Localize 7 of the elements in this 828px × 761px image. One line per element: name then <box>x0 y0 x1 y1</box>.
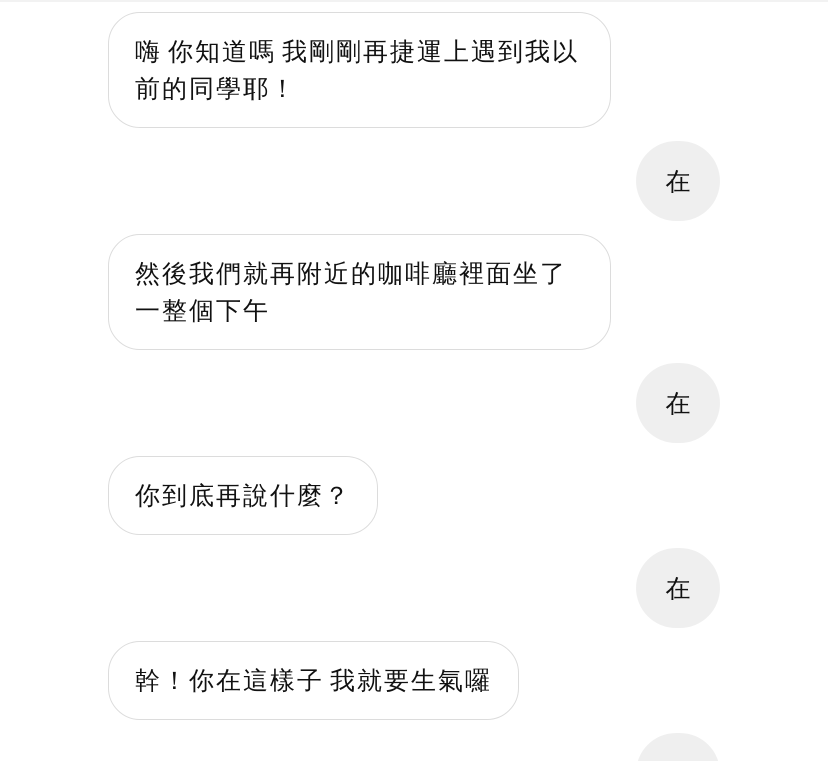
message-bubble: 在 <box>636 548 720 628</box>
message-bubble: 在 <box>636 363 720 443</box>
message-bubble: 然後我們就再附近的咖啡廳裡面坐了一整個下午 <box>108 234 611 350</box>
message-bubble: 你到底再說什麼？ <box>108 456 378 535</box>
message-bubble: 幹！你在這樣子 我就要生氣囉 <box>108 641 519 720</box>
message-bubble: 嗨 你知道嗎 我剛剛再捷運上遇到我以前的同學耶！ <box>108 12 611 128</box>
message-bubble: 在 <box>636 141 720 221</box>
